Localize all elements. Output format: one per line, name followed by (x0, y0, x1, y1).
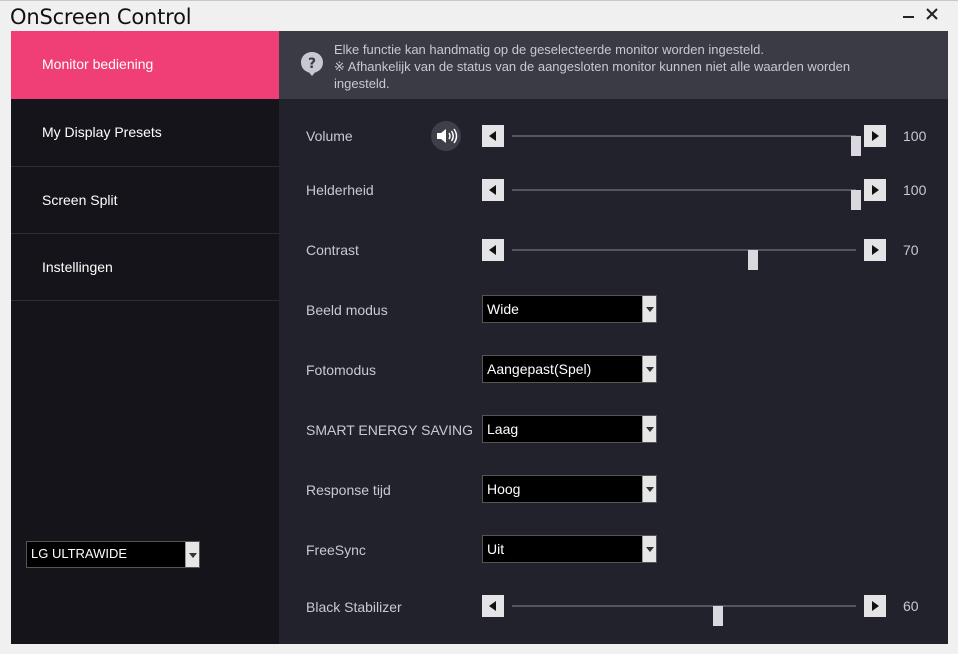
contrast-increase-button[interactable] (864, 239, 886, 261)
contrast-label: Contrast (306, 242, 359, 258)
slider-thumb[interactable] (851, 190, 861, 210)
sidebar-item-display-presets[interactable]: My Display Presets (11, 99, 279, 167)
black-stabilizer-label: Black Stabilizer (306, 599, 402, 615)
chevron-down-icon[interactable] (642, 476, 656, 502)
brightness-label: Helderheid (306, 182, 374, 198)
app-title: OnScreen Control (10, 5, 192, 29)
slider-track (512, 605, 856, 626)
brightness-decrease-button[interactable] (482, 179, 504, 201)
picture-mode-value: Wide (487, 301, 519, 317)
title-bar: OnScreen Control (0, 0, 958, 31)
sidebar-item-label: Screen Split (42, 192, 118, 208)
sidebar: Monitor bediening My Display Presets Scr… (11, 31, 279, 644)
contrast-value: 70 (903, 242, 919, 258)
volume-slider[interactable] (482, 125, 886, 156)
brightness-value: 100 (903, 182, 927, 198)
contrast-decrease-button[interactable] (482, 239, 504, 261)
response-time-value: Hoog (487, 481, 521, 497)
volume-decrease-button[interactable] (482, 125, 504, 147)
monitor-select-value: LG ULTRAWIDE (31, 546, 128, 561)
chevron-down-icon[interactable] (642, 296, 656, 322)
smart-energy-value: Laag (487, 421, 519, 437)
freesync-label: FreeSync (306, 542, 366, 558)
speaker-icon[interactable] (431, 121, 461, 151)
sidebar-item-label: My Display Presets (42, 124, 162, 140)
info-line: ※ Afhankelijk van de status van de aange… (334, 59, 851, 74)
svg-text:?: ? (308, 56, 316, 72)
volume-label: Volume (306, 128, 353, 144)
slider-track (512, 249, 856, 270)
picture-mode-label: Beeld modus (306, 302, 388, 318)
help-icon: ? (301, 52, 323, 76)
black-stabilizer-slider[interactable] (482, 595, 886, 626)
main-panel: ? Elke functie kan handmatig op de gesel… (279, 31, 948, 644)
sidebar-item-screen-split[interactable]: Screen Split (11, 167, 279, 234)
minimize-icon (903, 16, 914, 18)
window-border (948, 31, 958, 654)
photo-mode-select[interactable]: Aangepast(Spel) (482, 355, 657, 383)
info-banner: ? Elke functie kan handmatig op de gesel… (279, 31, 948, 99)
close-icon (926, 8, 938, 20)
smart-energy-label: SMART ENERGY SAVING (306, 422, 474, 438)
black-stabilizer-increase-button[interactable] (864, 595, 886, 617)
slider-thumb[interactable] (747, 250, 758, 270)
sidebar-item-monitor-control[interactable]: Monitor bediening (11, 31, 279, 99)
contrast-slider[interactable] (482, 239, 886, 270)
close-button[interactable] (921, 4, 943, 24)
slider-track (512, 135, 861, 156)
brightness-slider[interactable] (482, 179, 886, 210)
sidebar-item-label: Monitor bediening (42, 56, 154, 72)
minimize-button[interactable] (897, 4, 919, 24)
sidebar-item-label: Instellingen (42, 259, 113, 275)
info-line: ingesteld. (334, 76, 390, 91)
freesync-value: Uit (487, 541, 505, 557)
slider-thumb[interactable] (851, 136, 861, 156)
photo-mode-label: Fotomodus (306, 362, 377, 378)
response-time-label: Response tijd (306, 482, 391, 498)
chevron-down-icon[interactable] (642, 356, 656, 382)
smart-energy-select[interactable]: Laag (482, 415, 657, 443)
info-line: Elke functie kan handmatig op de geselec… (334, 42, 764, 57)
black-stabilizer-decrease-button[interactable] (482, 595, 504, 617)
monitor-select[interactable]: LG ULTRAWIDE (26, 541, 200, 568)
info-text: Elke functie kan handmatig op de geselec… (334, 41, 934, 92)
slider-thumb[interactable] (713, 606, 724, 626)
speaker-glyph (437, 128, 458, 144)
response-time-select[interactable]: Hoog (482, 475, 657, 503)
chevron-down-icon[interactable] (642, 416, 656, 442)
black-stabilizer-value: 60 (903, 598, 919, 614)
picture-mode-select[interactable]: Wide (482, 295, 657, 323)
brightness-increase-button[interactable] (864, 179, 886, 201)
volume-value: 100 (903, 128, 927, 144)
slider-track (512, 189, 861, 210)
chevron-down-icon[interactable] (185, 542, 199, 567)
chevron-down-icon[interactable] (642, 536, 656, 562)
freesync-select[interactable]: Uit (482, 535, 657, 563)
sidebar-item-settings[interactable]: Instellingen (11, 234, 279, 301)
photo-mode-value: Aangepast(Spel) (487, 361, 592, 377)
volume-increase-button[interactable] (864, 125, 886, 147)
